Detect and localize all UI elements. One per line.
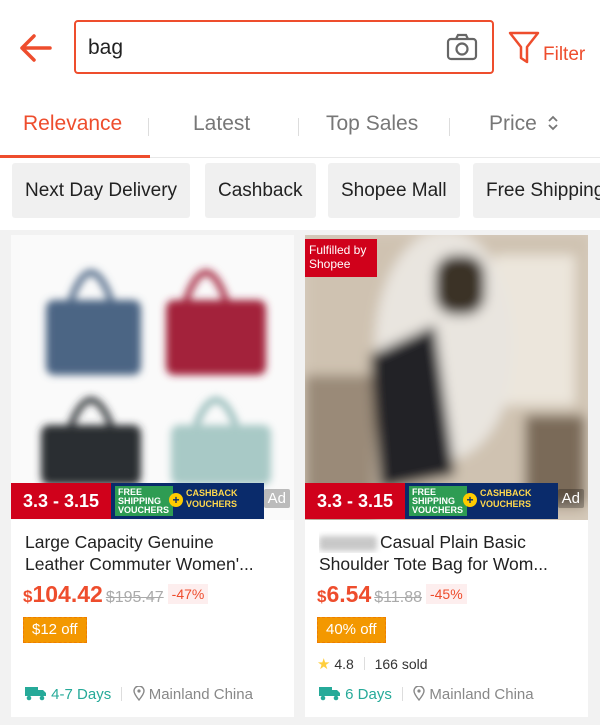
sold-count: 166 sold — [374, 656, 428, 672]
title-line: Leather Commuter Women'... — [25, 554, 254, 574]
camera-icon[interactable] — [446, 33, 478, 61]
product-card[interactable]: 3.3 - 3.15 FREE SHIPPING VOUCHERS + CASH… — [11, 235, 294, 717]
location-pin-icon — [413, 685, 425, 702]
cashback-badge: CASHBACK VOUCHERS — [480, 488, 532, 509]
title-line: Large Capacity Genuine — [25, 532, 214, 552]
filter-funnel-icon — [508, 31, 540, 64]
ship-from-location: Mainland China — [148, 686, 253, 703]
chip-free-shipping[interactable]: Free Shipping — [473, 163, 600, 218]
product-title: Large Capacity Genuine Leather Commuter … — [25, 531, 287, 575]
product-title: Casual Plain Basic Shoulder Tote Bag for… — [319, 531, 581, 575]
discount-badge: -45% — [425, 584, 467, 604]
chip-cashback[interactable]: Cashback — [205, 163, 316, 218]
blurred-tote-bag-photo — [305, 235, 588, 520]
divider — [402, 687, 404, 701]
original-price: $195.47 — [105, 589, 164, 606]
price: 6.54 — [326, 581, 372, 607]
price: 104.42 — [32, 581, 103, 607]
free-shipping-badge: FREE SHIPPING VOUCHERS — [409, 486, 467, 516]
chip-next-day-delivery[interactable]: Next Day Delivery — [12, 163, 191, 218]
fulfilled-badge: Fulfilled by Shopee — [305, 239, 377, 277]
delivery-days: 4-7 Days — [51, 686, 112, 703]
ad-label: Ad — [557, 489, 584, 508]
filter-button[interactable]: Filter — [507, 30, 597, 70]
blurred-handbags-image — [11, 235, 294, 520]
price-row: $6.54 $11.88 -45% — [317, 581, 467, 611]
chip-shopee-mall[interactable]: Shopee Mall — [328, 163, 460, 218]
voucher-badges: FREE SHIPPING VOUCHERS + CASHBACK VOUCHE… — [405, 483, 558, 519]
tab-divider — [298, 118, 299, 136]
sort-tabs: Relevance Latest Top Sales Price — [0, 98, 600, 158]
free-shipping-badge: FREE SHIPPING VOUCHERS — [115, 486, 173, 516]
promo-banner: 3.3 - 3.15 FREE SHIPPING VOUCHERS + CASH… — [305, 483, 588, 519]
tab-top-sales[interactable]: Top Sales — [326, 112, 418, 136]
rating-row: ★ 4.8 166 sold — [317, 655, 428, 673]
tab-divider — [449, 118, 450, 136]
search-query[interactable]: bag — [88, 36, 123, 60]
delivery-days: 6 Days — [345, 686, 392, 703]
promo-dates: 3.3 - 3.15 — [305, 483, 405, 519]
title-line: Shoulder Tote Bag for Wom... — [319, 554, 548, 574]
tab-divider — [148, 118, 149, 136]
filter-label: Filter — [543, 44, 586, 65]
rating-value: 4.8 — [334, 656, 354, 672]
discount-badge: -47% — [167, 584, 209, 604]
original-price: $11.88 — [374, 589, 422, 606]
location-pin-icon — [132, 685, 145, 702]
filter-chips: Next Day Delivery Cashback Shopee Mall F… — [0, 158, 600, 230]
cashback-badge: CASHBACK VOUCHERS — [186, 488, 238, 509]
promo-banner: 3.3 - 3.15 FREE SHIPPING VOUCHERS + CASH… — [11, 483, 294, 519]
sort-updown-icon — [548, 115, 558, 131]
tab-latest[interactable]: Latest — [193, 112, 250, 136]
back-arrow-icon[interactable] — [16, 28, 56, 68]
product-image[interactable]: 3.3 - 3.15 FREE SHIPPING VOUCHERS + CASH… — [11, 235, 294, 520]
shipping-row: 6 Days Mainland China — [317, 685, 534, 703]
divider — [121, 687, 123, 701]
tab-price-label: Price — [489, 112, 537, 135]
plus-icon: + — [169, 493, 183, 507]
title-text: Casual Plain Basic — [380, 532, 526, 552]
product-image[interactable]: Fulfilled by Shopee 3.3 - 3.15 FREE SHIP… — [305, 235, 588, 520]
tab-price[interactable]: Price — [489, 112, 560, 136]
voucher-tag: 40% off — [317, 617, 386, 643]
plus-icon: + — [463, 493, 477, 507]
star-icon: ★ — [317, 656, 331, 673]
product-card[interactable]: Fulfilled by Shopee 3.3 - 3.15 FREE SHIP… — [305, 235, 588, 717]
voucher-tag: $12 off — [23, 617, 87, 643]
ship-from-location: Mainland China — [429, 686, 534, 703]
voucher-badges: FREE SHIPPING VOUCHERS + CASHBACK VOUCHE… — [111, 483, 264, 519]
promo-dates: 3.3 - 3.15 — [11, 483, 111, 519]
blurred-brand — [319, 535, 377, 551]
price-row: $104.42 $195.47 -47% — [23, 581, 209, 611]
title-line: Casual Plain Basic — [319, 531, 581, 553]
tab-relevance[interactable]: Relevance — [23, 112, 122, 136]
delivery-truck-icon — [25, 687, 46, 701]
shipping-row: 4-7 Days Mainland China — [23, 685, 253, 703]
search-header: bag Filter — [0, 0, 600, 98]
divider — [363, 657, 365, 670]
delivery-truck-icon — [319, 687, 340, 701]
ad-label: Ad — [263, 489, 290, 508]
search-input[interactable]: bag — [74, 20, 494, 74]
